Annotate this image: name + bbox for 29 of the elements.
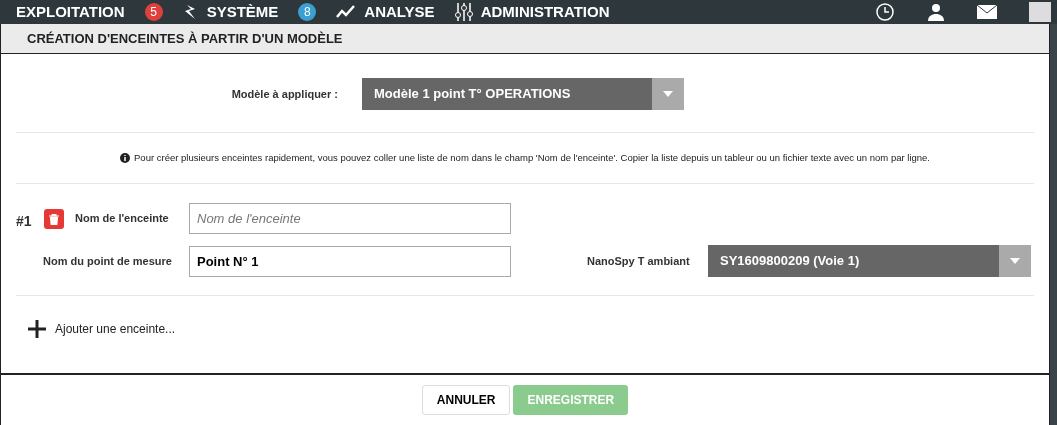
dropdown-select[interactable]: SY1609800209 (Voie 1) — [708, 245, 1031, 277]
info-text: Pour créer plusieurs enceintes rapidement, vous pouvez coller une liste de nom dans le champ 'Nom de l'enceinte'. Copier la liste depuis un tableur ou un fichier texte avec un nom par ligne. — [134, 150, 930, 165]
caret-icon — [663, 91, 673, 97]
field-label: Modèle à appliquer : — [230, 86, 338, 102]
field-label: NanoSpy T ambiant — [587, 253, 691, 269]
mail-icon[interactable] — [977, 5, 997, 19]
count-badge: 5 — [144, 3, 163, 21]
trend-icon — [336, 5, 357, 19]
dialog-title: CRÉATION D'ENCEINTES À PARTIR D'UN MODÈLE — [27, 29, 343, 48]
user-icon[interactable] — [927, 3, 945, 21]
trash-icon — [49, 213, 59, 225]
nav-item[interactable]: ADMINISTRATION — [480, 0, 610, 24]
text-input[interactable]: Point N° 1 — [189, 245, 511, 277]
nav-item[interactable]: ANALYSE — [364, 0, 435, 24]
info-icon — [120, 153, 130, 163]
delete-button[interactable] — [44, 209, 64, 229]
text-input[interactable]: Nom de l'enceinte — [189, 203, 511, 234]
field-label: Nom du point de mesure — [43, 253, 173, 269]
enclosure-number: #1 — [16, 212, 33, 231]
plus-icon[interactable] — [27, 319, 47, 339]
dialog-button[interactable]: ANNULER — [421, 385, 511, 415]
dropdown-select[interactable]: Modèle 1 point T° OPERATIONS — [362, 78, 684, 110]
nav-item[interactable]: SYSTÈME — [206, 0, 279, 24]
field-label: Nom de l'enceinte — [75, 211, 170, 226]
add-enclosure-link[interactable]: Ajouter une enceinte... — [55, 320, 176, 338]
clock-icon[interactable] — [875, 2, 895, 22]
caret-icon — [1010, 258, 1020, 264]
nav-item[interactable]: EXPLOITATION — [16, 0, 125, 24]
count-badge: 8 — [298, 3, 317, 21]
